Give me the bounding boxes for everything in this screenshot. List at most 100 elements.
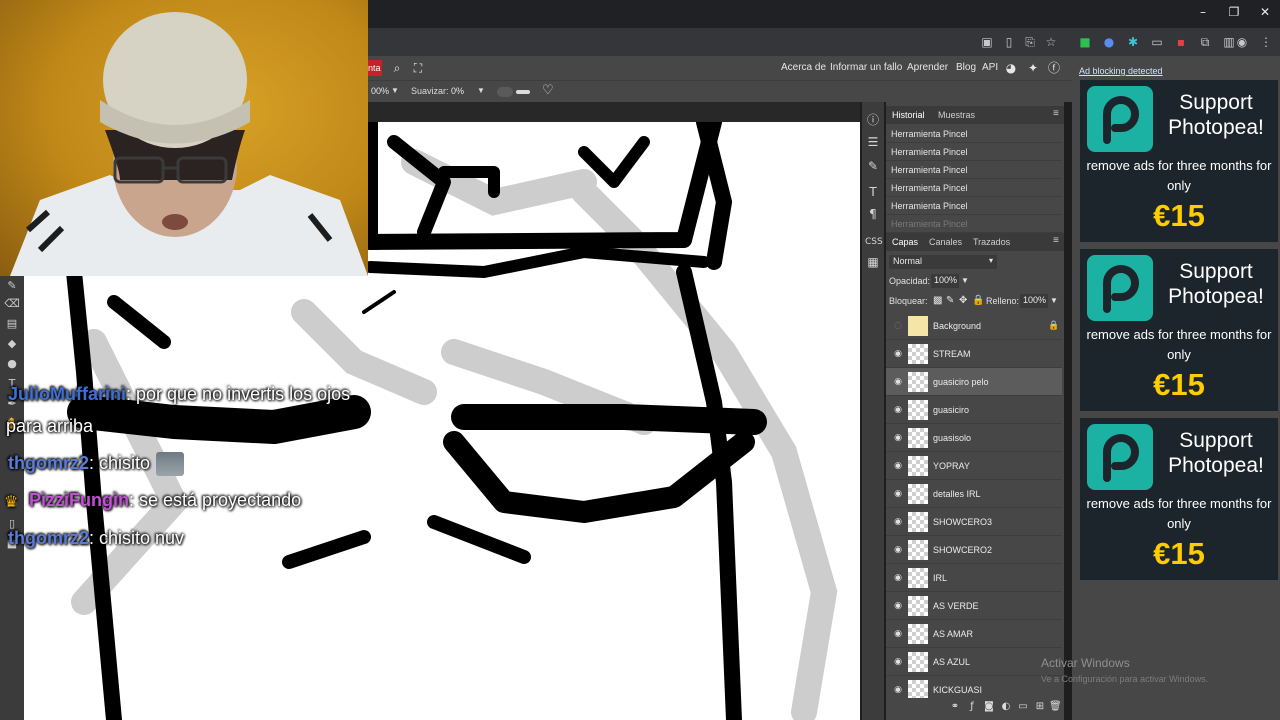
dodge-tool-icon[interactable]: ● (4, 356, 20, 372)
star-icon[interactable]: ☆ (1043, 34, 1059, 50)
ad-banner[interactable]: Support Photopea! remove ads for three m… (1080, 80, 1278, 242)
extension-green-icon[interactable]: ■ (1077, 34, 1093, 50)
history-item[interactable]: Herramienta Pincel (886, 179, 1062, 197)
layer-row[interactable]: ◉ guasiciro pelo (886, 368, 1062, 396)
ad-blocking-link[interactable]: Ad blocking detected (1079, 66, 1163, 76)
eye-icon[interactable]: ◉ (892, 460, 904, 472)
fullscreen-icon[interactable]: ⛶ (410, 60, 426, 76)
adjustment-layer-icon[interactable]: ◐ (1000, 701, 1012, 715)
eye-icon[interactable]: ◉ (892, 600, 904, 612)
lock-move-icon[interactable]: ✥ (959, 295, 967, 306)
layer-row[interactable]: ◉ AS AZUL (886, 648, 1062, 676)
layers-menu-icon[interactable]: ≡ (1053, 235, 1059, 246)
brush-size-icon[interactable] (516, 90, 530, 94)
eye-icon[interactable]: ◉ (892, 684, 904, 696)
css-icon[interactable]: CSS (865, 234, 883, 250)
extension-red-icon[interactable]: ▪ (1173, 34, 1189, 50)
fill-tool-icon[interactable]: ▤ (4, 316, 20, 332)
brush-pressure-toggle[interactable] (497, 87, 513, 97)
close-icon[interactable]: ✕ (1255, 5, 1275, 23)
about-link[interactable]: Acerca de (781, 62, 826, 73)
layer-row[interactable]: ◉ YOPRAY (886, 452, 1062, 480)
layer-row[interactable]: ◉ SHOWCERO2 (886, 536, 1062, 564)
eye-icon[interactable]: ◉ (892, 628, 904, 640)
tab-history[interactable]: Historial (892, 110, 925, 120)
delete-layer-icon[interactable]: 🗑 (1049, 701, 1062, 715)
lock-all-icon[interactable]: 🔒 (972, 295, 984, 306)
cast-icon[interactable]: ⎘ (1022, 34, 1038, 50)
search-icon[interactable]: ⌕ (389, 60, 405, 76)
tab-layers[interactable]: Capas (892, 237, 918, 247)
adjust-icon[interactable]: ☰ (865, 134, 881, 150)
history-item[interactable]: Herramienta Pincel (886, 125, 1062, 143)
brush-tool-icon[interactable]: ✎ (4, 278, 20, 294)
learn-link[interactable]: Aprender (907, 62, 948, 73)
layer-row[interactable]: ◉ AS VERDE (886, 592, 1062, 620)
twitter-icon[interactable]: ✦ (1025, 60, 1041, 76)
character-icon[interactable]: T (865, 184, 881, 200)
blend-mode-select[interactable]: Normal ▾ (889, 255, 997, 269)
report-bug-link[interactable]: Informar un fallo (830, 62, 902, 73)
layer-row[interactable]: ◉ STREAM (886, 340, 1062, 368)
layer-effects-icon[interactable]: ƒ (966, 701, 978, 715)
symmetry-heart-icon[interactable]: ♡ (542, 83, 554, 98)
link-layers-icon[interactable]: ⚭ (949, 701, 961, 715)
ad-banner[interactable]: Support Photopea! remove ads for three m… (1080, 418, 1278, 580)
extension-gray-icon[interactable]: ▭ (1149, 34, 1165, 50)
fill-dropdown-icon[interactable]: ▼ (1050, 296, 1058, 305)
eye-icon[interactable]: ◉ (892, 656, 904, 668)
eye-icon[interactable]: ◉ (892, 544, 904, 556)
minimize-icon[interactable]: – (1193, 5, 1213, 23)
lock-transparency-icon[interactable]: ▩ (933, 295, 942, 306)
tab-paths[interactable]: Trazados (973, 237, 1010, 247)
history-item[interactable]: Herramienta Pincel (886, 197, 1062, 215)
eye-icon[interactable]: ◉ (892, 572, 904, 584)
paragraph-icon[interactable]: ¶ (865, 206, 881, 222)
history-item[interactable]: Herramienta Pincel (886, 161, 1062, 179)
profile-avatar-icon[interactable]: ◉ (1234, 34, 1250, 50)
layer-row[interactable]: ◉ detalles IRL (886, 480, 1062, 508)
api-link[interactable]: API (982, 62, 998, 73)
blur-tool-icon[interactable]: ◆ (4, 336, 20, 352)
new-group-icon[interactable]: ▭ (1017, 701, 1029, 715)
tab-channels[interactable]: Canales (929, 237, 962, 247)
layer-row[interactable]: ◉ guasisolo (886, 424, 1062, 452)
info-icon[interactable]: ⓘ (865, 112, 881, 128)
extensions-puzzle-icon[interactable]: ⧉ (1197, 34, 1213, 50)
extension-cyan-icon[interactable]: ✱ (1125, 34, 1141, 50)
smooth-field[interactable]: 0% (448, 85, 474, 98)
eye-icon[interactable]: ◉ (892, 404, 904, 416)
fill-field[interactable]: 100% (1020, 294, 1048, 308)
zoom-dropdown-icon[interactable]: ▼ (391, 86, 399, 95)
browser-menu-icon[interactable]: ⋮ (1258, 34, 1274, 50)
visibility-off-icon[interactable]: ○ (892, 320, 904, 332)
zoom-field[interactable]: 00% (368, 85, 390, 98)
opacity-dropdown-icon[interactable]: ▼ (961, 276, 969, 285)
lock-paint-icon[interactable]: ✎ (946, 295, 954, 306)
new-layer-icon[interactable]: ⊞ (1034, 701, 1046, 715)
page-icon[interactable]: ▯ (1001, 34, 1017, 50)
layer-mask-icon[interactable]: ◙ (983, 701, 995, 715)
blog-link[interactable]: Blog (956, 62, 976, 73)
eye-icon[interactable]: ◉ (892, 376, 904, 388)
layer-row[interactable]: ◉ IRL (886, 564, 1062, 592)
layer-row[interactable]: ◉ guasiciro (886, 396, 1062, 424)
screenshot-icon[interactable]: ▣ (979, 34, 995, 50)
eraser-tool-icon[interactable]: ⌫ (4, 296, 20, 312)
restore-icon[interactable]: ❐ (1224, 5, 1244, 23)
layer-row[interactable]: ◉ AS AMAR (886, 620, 1062, 648)
eye-icon[interactable]: ◉ (892, 516, 904, 528)
eye-icon[interactable]: ◉ (892, 348, 904, 360)
account-button[interactable]: nta (368, 60, 382, 76)
brush-settings-icon[interactable]: ✎ (865, 158, 881, 174)
reddit-icon[interactable]: ◕ (1003, 60, 1019, 76)
eye-icon[interactable]: ◉ (892, 488, 904, 500)
ad-banner[interactable]: Support Photopea! remove ads for three m… (1080, 249, 1278, 411)
layer-row[interactable]: ○ Background 🔒 (886, 312, 1062, 340)
extension-blue-icon[interactable]: ● (1101, 34, 1117, 50)
history-item[interactable]: Herramienta Pincel (886, 215, 1062, 233)
history-menu-icon[interactable]: ≡ (1053, 108, 1059, 119)
opacity-field[interactable]: 100% (931, 274, 959, 288)
layer-row[interactable]: ◉ SHOWCERO3 (886, 508, 1062, 536)
smooth-dropdown-icon[interactable]: ▼ (477, 86, 485, 95)
